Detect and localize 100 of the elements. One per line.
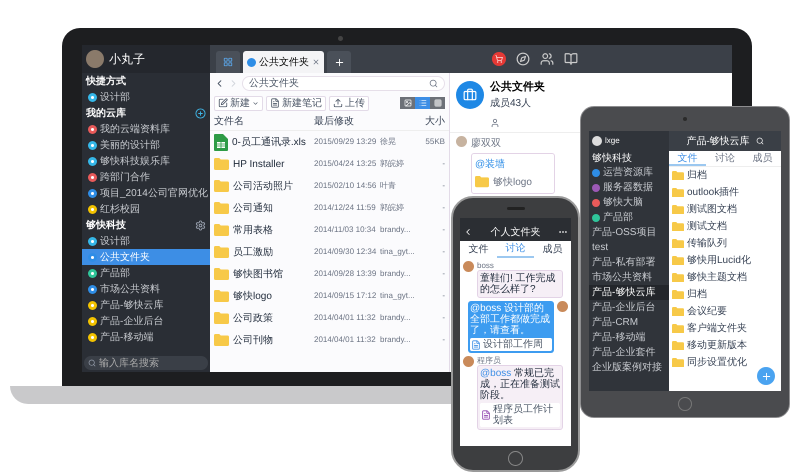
path-field[interactable]: 公共文件夹 — [242, 76, 445, 90]
tab[interactable]: 讨论 — [706, 151, 744, 166]
file-name[interactable]: 客户端文件夹 — [687, 321, 747, 336]
library-item[interactable]: 够快科技娱乐库 — [82, 153, 210, 169]
tab[interactable]: 成员 — [744, 151, 781, 166]
library-item[interactable]: test — [589, 240, 669, 255]
library-item[interactable]: 企业版案例对接 — [589, 360, 669, 375]
users-icon[interactable] — [540, 52, 554, 66]
file-name[interactable]: HP Installer — [233, 156, 285, 172]
library-item[interactable]: 市场公共资料 — [589, 270, 669, 285]
file-name[interactable]: 同步设置优化 — [687, 355, 747, 370]
cart-button[interactable] — [492, 52, 506, 66]
members-tab-icon[interactable] — [490, 118, 500, 128]
file-name[interactable]: 够快主题文档 — [687, 270, 747, 285]
file-name[interactable]: 传输队列 — [687, 236, 727, 251]
apps-button[interactable] — [216, 51, 240, 73]
file-name[interactable]: 移动更新版本 — [687, 338, 747, 353]
file-size: - — [442, 158, 445, 170]
library-item[interactable]: 产品-够快云库 — [589, 285, 669, 300]
library-item[interactable]: 产品部 — [82, 265, 210, 281]
user-name: lxge — [605, 135, 620, 147]
library-item[interactable]: 设计部 — [82, 89, 210, 105]
file-name[interactable]: 测试文档 — [687, 219, 727, 234]
add-icon[interactable] — [195, 108, 206, 118]
edit-icon — [218, 98, 228, 108]
library-item[interactable]: 产品-CRM — [589, 315, 669, 330]
library-item[interactable]: 够快大脑 — [589, 195, 669, 210]
library-item[interactable]: 美丽的设计部 — [82, 137, 210, 153]
library-item[interactable]: 我的云端资料库 — [82, 121, 210, 137]
book-icon[interactable] — [564, 52, 578, 66]
file-name[interactable]: 够快用Lucid化 — [687, 253, 751, 268]
file-name[interactable]: 归档 — [687, 168, 707, 183]
upload-icon — [333, 98, 343, 108]
file-name[interactable]: 归档 — [687, 287, 707, 302]
file-name[interactable]: 测试图文档 — [687, 202, 737, 217]
tab[interactable]: 公共文件夹 — [243, 51, 324, 73]
toolbar-button[interactable]: 上传 — [329, 96, 369, 110]
file-card[interactable]: 设计部工作周 — [470, 338, 552, 351]
library-item[interactable]: 产品-够快云库 — [82, 297, 210, 313]
user-name: 小丸子 — [109, 51, 145, 68]
library-item[interactable]: 产品-移动端 — [82, 329, 210, 345]
folder-icon — [214, 312, 229, 324]
folder-icon — [214, 246, 229, 258]
author-name: tina_gyt... — [380, 246, 416, 258]
library-item[interactable]: 市场公共资料 — [82, 281, 210, 297]
view-toggle[interactable] — [430, 97, 445, 109]
tab[interactable]: 成员 — [534, 241, 571, 258]
file-name[interactable]: 公司刊物 — [233, 332, 273, 348]
library-item[interactable]: 跨部门合作 — [82, 169, 210, 185]
library-item[interactable]: 产品-私有部署 — [589, 255, 669, 270]
plus-icon — [334, 56, 344, 68]
library-item[interactable]: 红杉校园 — [82, 201, 210, 217]
library-item[interactable]: 产品-企业后台 — [589, 300, 669, 315]
file-name[interactable]: 公司政策 — [233, 310, 273, 326]
search-icon[interactable] — [756, 137, 764, 145]
avatar — [86, 50, 104, 68]
modified-date: 2014/09/30 12:34 — [314, 246, 378, 258]
file-name[interactable]: 够快logo — [493, 174, 532, 190]
file-name[interactable]: 够快logo — [233, 288, 272, 304]
view-toggle[interactable] — [400, 97, 415, 109]
file-name[interactable]: 0-员工通讯录.xls — [232, 134, 306, 150]
library-item[interactable]: 项目_2014公司官网优化 — [82, 185, 210, 201]
library-item[interactable]: 设计部 — [82, 233, 210, 249]
library-item[interactable]: 产品-OSS项目 — [589, 225, 669, 240]
search-field[interactable]: 输入库名搜索 — [84, 356, 208, 370]
toolbar-button[interactable]: 新建 — [214, 96, 263, 110]
settings-icon[interactable] — [195, 220, 206, 230]
author-name: brandy... — [380, 334, 412, 346]
library-item[interactable]: 产品-企业后台 — [82, 313, 210, 329]
add-button[interactable] — [757, 367, 775, 385]
file-name[interactable]: 会议纪要 — [687, 304, 727, 319]
new-tab-button[interactable] — [327, 51, 351, 73]
column-header[interactable]: 最后修改 — [314, 114, 414, 129]
tab[interactable]: 文件 — [460, 241, 497, 258]
file-size: - — [442, 202, 445, 214]
library-item[interactable]: 产品-移动端 — [589, 330, 669, 345]
file-name[interactable]: 够快图书馆 — [233, 266, 283, 282]
library-item[interactable]: 产品部 — [589, 210, 669, 225]
message-text: @boss 设计部的全部工作都做完成了，请查看。 — [470, 303, 551, 336]
toolbar-button[interactable]: 新建笔记 — [266, 96, 326, 110]
file-name[interactable]: 员工激励 — [233, 244, 273, 260]
file-name[interactable]: 公司通知 — [233, 200, 273, 216]
library-item[interactable]: 产品-企业套件 — [589, 345, 669, 360]
close-icon[interactable] — [312, 58, 320, 66]
library-item[interactable]: 服务器数据 — [589, 180, 669, 195]
home-button[interactable] — [508, 450, 523, 466]
column-header[interactable]: 文件名 — [214, 114, 314, 129]
file-name[interactable]: outlook插件 — [687, 185, 740, 200]
file-name[interactable]: 常用表格 — [233, 222, 273, 238]
view-toggle[interactable] — [415, 97, 430, 109]
avatar — [463, 261, 474, 272]
library-item[interactable]: 运营资源库 — [589, 165, 669, 180]
file-card[interactable]: 程序员工作计划表 — [480, 403, 560, 427]
modified-date: 2014/04/01 11:32 — [314, 334, 377, 346]
compass-icon[interactable] — [516, 52, 530, 66]
camera-icon — [338, 36, 343, 41]
member-count: 成员43人 — [490, 96, 532, 110]
folder-icon — [214, 158, 229, 170]
file-name[interactable]: 公司活动照片 — [233, 178, 293, 194]
column-header[interactable]: 大小 — [425, 114, 445, 129]
